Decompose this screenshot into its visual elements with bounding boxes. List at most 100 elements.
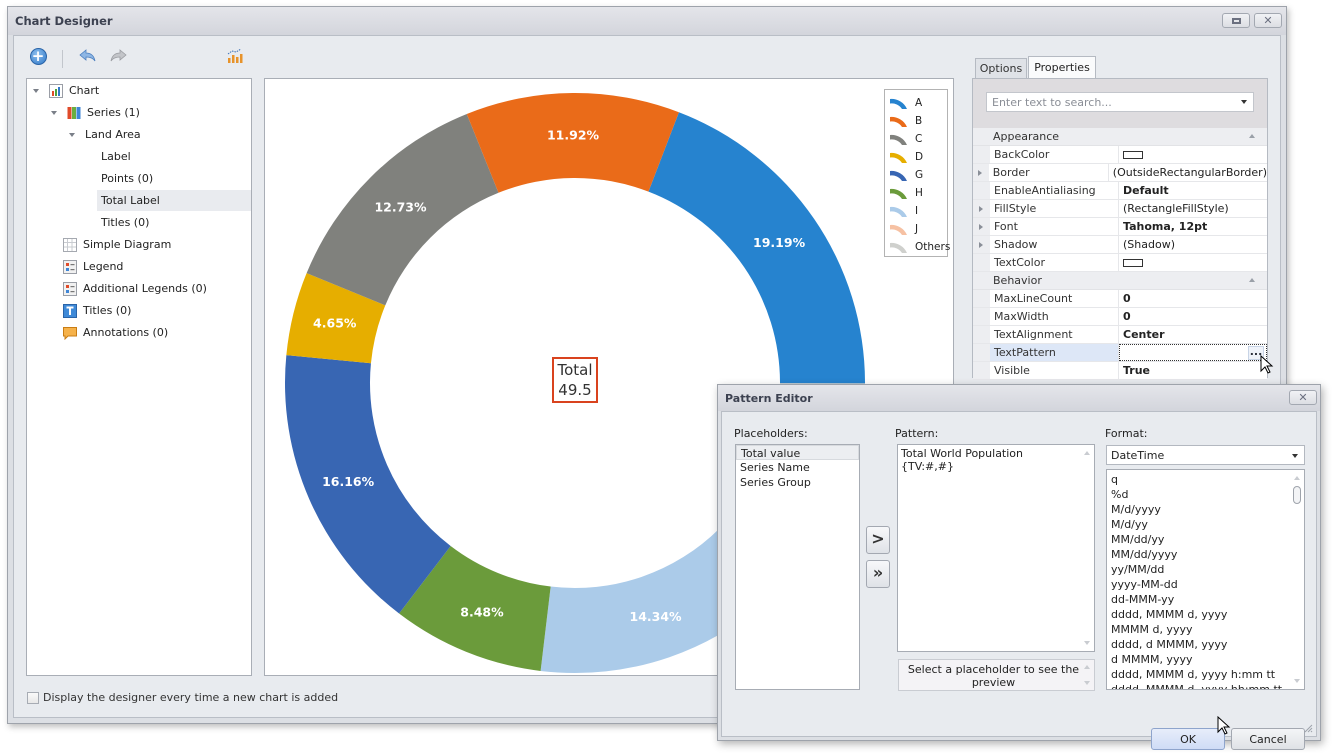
tab-options[interactable]: Options [975,58,1027,78]
scroll-down-icon[interactable] [1294,679,1300,683]
category-appearance[interactable]: Appearance [973,128,1267,146]
legend-item[interactable]: A [889,94,922,112]
property-value[interactable]: 0 [1119,308,1267,325]
property-row-textpattern[interactable]: TextPattern... [973,344,1267,362]
format-option[interactable]: M/d/yy [1107,517,1304,532]
format-type-select[interactable]: DateTime [1106,445,1305,465]
insert-placeholder-button[interactable]: > [866,526,890,554]
ok-button[interactable]: OK [1151,728,1225,750]
redo-button[interactable] [108,46,128,66]
textpattern-editor[interactable]: ... [1119,344,1267,361]
scroll-up-icon[interactable] [1084,451,1090,455]
format-option[interactable]: yy/MM/dd [1107,562,1304,577]
format-option[interactable]: %d [1107,487,1304,502]
legend-item[interactable]: D [889,148,923,166]
chart-wizard-button[interactable] [225,46,245,66]
format-option[interactable]: d MMMM, yyyy [1107,652,1304,667]
tree-item-land-area[interactable]: Land Area [69,124,145,145]
expand-arrow-icon[interactable] [33,88,39,93]
scroll-down-icon[interactable] [1084,681,1090,685]
legend-item[interactable]: I [889,202,918,220]
close-button[interactable]: ✕ [1254,13,1282,28]
expand-arrow-icon[interactable] [51,110,57,115]
property-value[interactable]: True [1119,362,1267,379]
placeholder-item[interactable]: Total value [736,445,859,460]
expand-icon[interactable] [979,242,983,248]
property-row-textcolor[interactable]: TextColor [973,254,1267,272]
property-search-input[interactable]: Enter text to search... [986,92,1254,112]
expand-icon[interactable] [977,170,982,176]
format-option[interactable]: dddd, d MMMM, yyyy [1107,637,1304,652]
insert-all-button[interactable]: » [866,560,890,588]
add-button[interactable]: + [28,46,48,66]
format-list[interactable]: q %d M/d/yyyy M/d/yy MM/dd/yy MM/dd/yyyy yy/MM… [1106,469,1305,690]
scroll-up-icon[interactable] [1294,476,1300,480]
placeholder-item[interactable]: Series Name [736,460,859,475]
property-row-visible[interactable]: Visible True [973,362,1267,380]
format-option[interactable]: yyyy-MM-dd [1107,577,1304,592]
pattern-textarea[interactable]: Total World Population {TV:#,#} [897,444,1095,652]
scroll-down-icon[interactable] [1084,641,1090,645]
property-value[interactable]: Center [1119,326,1267,343]
tree-item-label-node[interactable]: Label [97,146,135,167]
category-behavior[interactable]: Behavior [973,272,1267,290]
format-option[interactable]: MM/dd/yyyy [1107,547,1304,562]
property-row-font[interactable]: Font Tahoma, 12pt [973,218,1267,236]
property-value[interactable]: (Shadow) [1119,236,1267,253]
show-designer-option[interactable]: Display the designer every time a new ch… [27,691,338,704]
tree-item-annotations[interactable]: Annotations (0) [63,322,172,343]
property-row-backcolor[interactable]: BackColor [973,146,1267,164]
tab-properties[interactable]: Properties [1028,56,1096,78]
placeholders-list[interactable]: Total value Series Name Series Group [735,444,860,690]
legend-item[interactable]: J [889,220,918,238]
tree-item-titles[interactable]: Titles (0) [63,300,135,321]
maximize-button[interactable] [1222,13,1250,28]
legend-item[interactable]: G [889,166,923,184]
format-option[interactable]: dddd, MMMM d, yyyy [1107,607,1304,622]
legend-item[interactable]: H [889,184,923,202]
format-option[interactable]: MMMM d, yyyy [1107,622,1304,637]
expand-arrow-icon[interactable] [69,132,75,137]
chevron-down-icon[interactable] [1292,454,1298,458]
property-value[interactable]: (OutsideRectangularBorder) [1109,164,1267,181]
scroll-up-icon[interactable] [1084,665,1090,669]
expand-icon[interactable] [979,224,983,230]
show-designer-checkbox[interactable] [27,691,39,704]
placeholder-item[interactable]: Series Group [736,475,859,490]
property-row-maxwidth[interactable]: MaxWidth 0 [973,308,1267,326]
tree-item-series-titles[interactable]: Titles (0) [97,212,153,233]
cancel-button[interactable]: Cancel [1231,728,1305,750]
format-option[interactable]: MM/dd/yy [1107,532,1304,547]
format-option[interactable]: dddd, MMMM d, yyyy h:mm tt [1107,667,1304,682]
legend-item[interactable]: C [889,130,922,148]
expand-icon[interactable] [979,206,983,212]
legend-item[interactable]: B [889,112,922,130]
property-value[interactable] [1119,146,1267,163]
format-option[interactable]: dd-MMM-yy [1107,592,1304,607]
chart-legend[interactable]: A B C D G H I J Others [884,89,950,257]
property-value[interactable] [1119,254,1267,271]
legend-item[interactable]: Others [889,238,950,256]
property-row-enableantialiasing[interactable]: EnableAntialiasing Default [973,182,1267,200]
property-row-fillstyle[interactable]: FillStyle (RectangleFillStyle) [973,200,1267,218]
tree-item-series[interactable]: Series (1) [51,102,144,123]
property-value[interactable]: 0 [1119,290,1267,307]
format-option[interactable]: M/d/yyyy [1107,502,1304,517]
property-row-maxlinecount[interactable]: MaxLineCount 0 [973,290,1267,308]
undo-button[interactable] [78,46,98,66]
scrollbar-thumb[interactable] [1293,486,1301,504]
donut-slice-b[interactable] [466,93,679,193]
collapse-icon[interactable] [1249,278,1255,282]
property-row-shadow[interactable]: Shadow (Shadow) [973,236,1267,254]
property-row-textalignment[interactable]: TextAlignment Center [973,326,1267,344]
collapse-icon[interactable] [1249,134,1255,138]
property-value[interactable]: (RectangleFillStyle) [1119,200,1267,217]
tree-item-simple-diagram[interactable]: Simple Diagram [63,234,175,255]
tree-item-legend[interactable]: Legend [63,256,127,277]
dialog-close-button[interactable]: ✕ [1289,390,1317,405]
tree-item-points[interactable]: Points (0) [97,168,157,189]
property-row-border[interactable]: Border (OutsideRectangularBorder) [973,164,1267,182]
tree-item-total-label[interactable]: Total Label [97,190,251,211]
property-value[interactable]: Tahoma, 12pt [1119,218,1267,235]
tree-item-chart[interactable]: Chart [33,80,103,101]
